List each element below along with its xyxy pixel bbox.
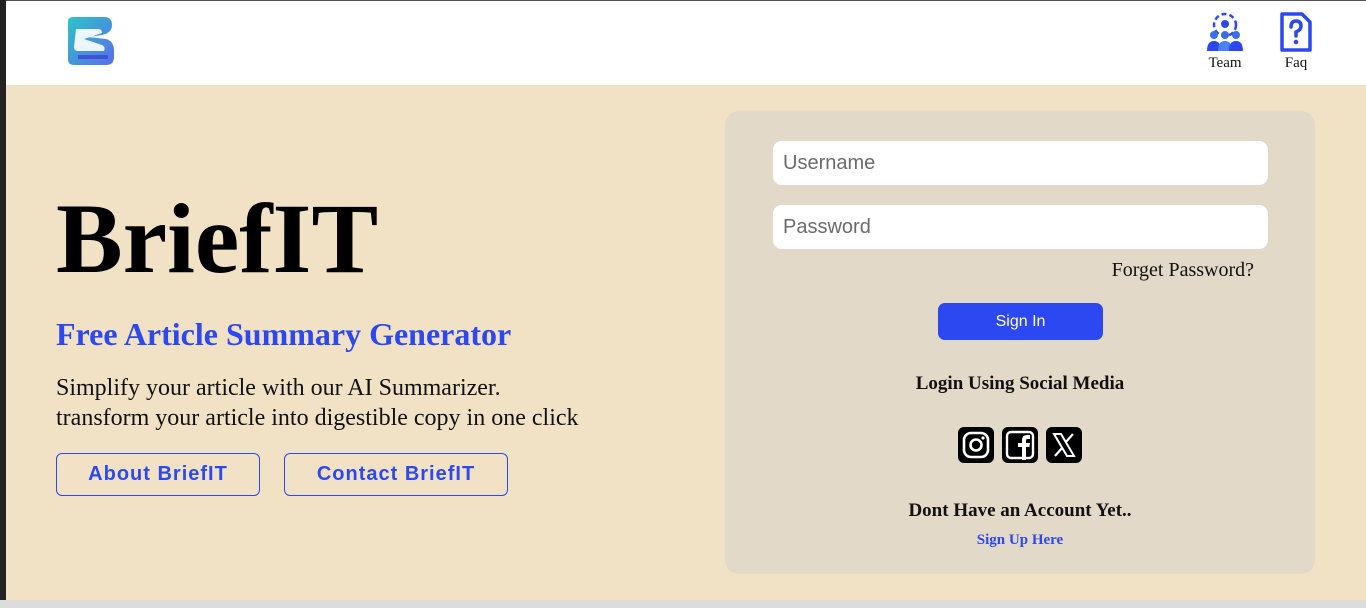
hero-description: Simplify your article with our AI Summar… bbox=[56, 373, 579, 433]
password-input[interactable] bbox=[773, 205, 1268, 249]
team-gear-icon bbox=[1207, 12, 1243, 51]
social-icons-row bbox=[725, 427, 1315, 463]
faq-document-icon bbox=[1280, 12, 1312, 52]
hero-title: BriefIT bbox=[56, 183, 379, 294]
sign-up-link[interactable]: Sign Up Here bbox=[725, 532, 1315, 549]
facebook-icon[interactable] bbox=[1002, 427, 1038, 463]
no-account-text: Dont Have an Account Yet.. bbox=[908, 500, 1132, 521]
x-twitter-icon[interactable] bbox=[1046, 427, 1082, 463]
forget-password-link[interactable]: Forget Password? bbox=[1112, 259, 1254, 282]
nav-item-faq[interactable]: Faq bbox=[1274, 11, 1318, 72]
hero-subtitle: Free Article Summary Generator bbox=[56, 316, 512, 352]
navbar: Team Faq bbox=[6, 1, 1366, 85]
main-section: BriefIT Free Article Summary Generator S… bbox=[6, 85, 1366, 600]
login-card: Forget Password? Sign In Login Using Soc… bbox=[725, 111, 1315, 574]
contact-brief-it-button[interactable]: Contact BriefIT bbox=[284, 453, 508, 496]
about-brief-it-button[interactable]: About BriefIT bbox=[56, 453, 260, 496]
taskbar-strip bbox=[0, 600, 1366, 608]
nav-item-team[interactable]: Team bbox=[1201, 11, 1249, 72]
hero-description-line: transform your article into digestible c… bbox=[56, 405, 579, 431]
nav-item-faq-label: Faq bbox=[1284, 55, 1308, 71]
brief-it-logo-icon[interactable] bbox=[62, 15, 116, 67]
username-input[interactable] bbox=[773, 141, 1268, 185]
sign-in-button[interactable]: Sign In bbox=[938, 303, 1103, 340]
social-login-title: Login Using Social Media bbox=[915, 373, 1125, 394]
hero-description-line: Simplify your article with our AI Summar… bbox=[56, 375, 501, 401]
nav-item-team-label: Team bbox=[1208, 55, 1242, 71]
instagram-icon[interactable] bbox=[958, 427, 994, 463]
